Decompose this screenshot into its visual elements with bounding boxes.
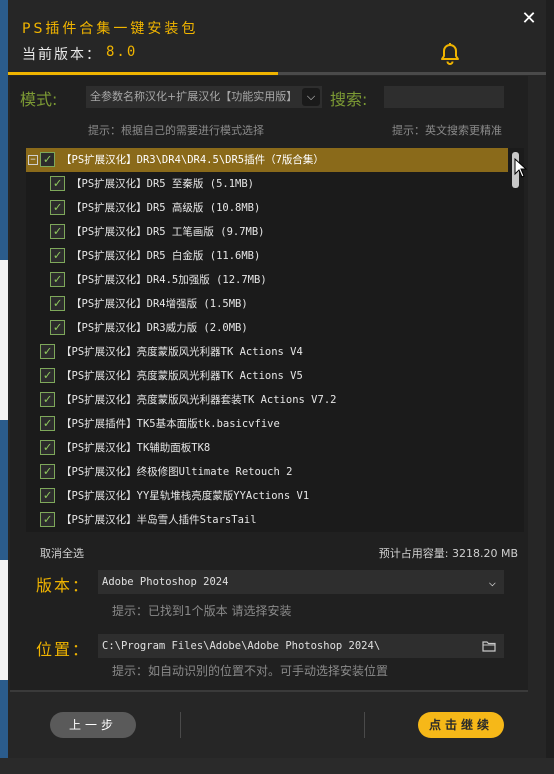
search-hint: 提示：英文搜索更精准	[392, 124, 502, 137]
checkbox-checked-icon[interactable]: ✓	[50, 224, 65, 239]
ps-version-hint: 提示：已找到1个版本 请选择安装	[112, 604, 292, 618]
checkbox-checked-icon[interactable]: ✓	[40, 512, 55, 527]
ps-version-label: 版本：	[36, 576, 91, 595]
plugin-tree-row[interactable]: ✓ 【PS扩展汉化】亮度蒙版风光利器TK Actions V4	[26, 340, 508, 364]
plugin-tree-row-label: 【PS扩展汉化】终极修图Ultimate Retouch 2	[61, 466, 293, 478]
plugin-tree-row-label: 【PS扩展汉化】DR3威力版 (2.0MB)	[71, 322, 248, 334]
plugin-tree-row[interactable]: ✓ 【PS扩展汉化】终极修图Ultimate Retouch 2	[26, 460, 508, 484]
version-value: 8.0	[106, 44, 138, 60]
close-icon[interactable]: ✕	[520, 10, 538, 28]
plugin-tree-row-label: 【PS扩展汉化】DR5 至秦版 (5.1MB)	[71, 178, 255, 190]
checkbox-checked-icon[interactable]: ✓	[50, 320, 65, 335]
plugin-tree-row-label: 【PS扩展汉化】DR5 白金版 (11.6MB)	[71, 250, 261, 262]
plugin-tree-row[interactable]: ✓ 【PS扩展汉化】DR5 高级版 (10.8MB)	[26, 196, 508, 220]
title-divider-accent	[8, 72, 278, 75]
search-input[interactable]	[384, 86, 504, 108]
checkbox-checked-icon[interactable]: ✓	[50, 272, 65, 287]
location-hint: 提示：如自动识别的位置不对。可手动选择安装位置	[112, 664, 389, 678]
bell-icon[interactable]	[438, 42, 462, 66]
plugin-tree-row[interactable]: ✓ 【PS扩展汉化】YY星轨堆栈亮度蒙版YYActions V1	[26, 484, 508, 508]
checkbox-checked-icon[interactable]: ✓	[40, 344, 55, 359]
ps-version-select[interactable]: Adobe Photoshop 2024 ⌵	[98, 570, 504, 594]
window-title: PS插件合集一键安装包	[22, 21, 199, 37]
plugin-tree-row[interactable]: ✓ 【PS扩展汉化】DR5 工笔画版 (9.7MB)	[26, 220, 508, 244]
plugin-tree-row-label: 【PS扩展汉化】DR5 工笔画版 (9.7MB)	[71, 226, 265, 238]
background-taskbar-strip	[0, 758, 554, 774]
title-divider	[8, 72, 546, 75]
footer-separator	[364, 712, 365, 738]
checkbox-checked-icon[interactable]: ✓	[40, 392, 55, 407]
plugin-tree-row[interactable]: ✓ 【PS扩展汉化】DR4增强版 (1.5MB)	[26, 292, 508, 316]
plugin-tree-row-label: 【PS扩展汉化】YY星轨堆栈亮度蒙版YYActions V1	[61, 490, 310, 502]
previous-step-button[interactable]: 上一步	[50, 712, 136, 738]
plugin-tree-row-label: 【PS扩展汉化】亮度蒙版风光利器TK Actions V5	[61, 370, 303, 382]
plugin-tree-row-label: 【PS扩展插件】TK5基本面版tk.basicvfive	[61, 418, 280, 430]
plugin-tree-row[interactable]: ✓ 【PS扩展汉化】DR4.5加强版 (12.7MB)	[26, 268, 508, 292]
checkbox-checked-icon[interactable]: ✓	[50, 248, 65, 263]
plugin-tree-row[interactable]: ✓ 【PS扩展汉化】DR5 白金版 (11.6MB)	[26, 244, 508, 268]
plugin-tree-row-label: 【PS扩展汉化】半岛雪人插件StarsTail	[61, 514, 257, 526]
plugin-tree-row-label: 【PS扩展汉化】TK辅助面板TK8	[61, 442, 211, 454]
chevron-down-icon[interactable]: ⌵	[489, 570, 496, 594]
plugin-tree-row-label: 【PS扩展汉化】DR3\DR4\DR4.5\DR5插件（7版合集）	[61, 154, 324, 166]
checkbox-checked-icon[interactable]: ✓	[40, 368, 55, 383]
search-label: 搜索:	[330, 90, 368, 109]
mode-select[interactable]: 全参数名称汉化+扩展汉化【功能实用版】 ⌵	[86, 86, 322, 108]
plugin-tree-row[interactable]: ✓ 【PS扩展汉化】半岛雪人插件StarsTail	[26, 508, 508, 532]
checkbox-checked-icon[interactable]: ✓	[50, 296, 65, 311]
ps-version-value: Adobe Photoshop 2024	[102, 576, 229, 588]
plugin-tree-row-label: 【PS扩展汉化】DR5 高级版 (10.8MB)	[71, 202, 261, 214]
mode-hint: 提示：根据自己的需要进行模式选择	[88, 124, 264, 137]
checkbox-checked-icon[interactable]: ✓	[40, 152, 55, 167]
collapse-minus-icon[interactable]: −	[28, 155, 38, 165]
plugin-tree-list[interactable]: − ✓ 【PS扩展汉化】DR3\DR4\DR4.5\DR5插件（7版合集） ✓ 【PS扩…	[26, 148, 508, 532]
list-scrollbar[interactable]	[508, 148, 524, 532]
checkbox-checked-icon[interactable]: ✓	[40, 440, 55, 455]
chevron-down-icon[interactable]: ⌵	[302, 88, 320, 106]
checkbox-checked-icon[interactable]: ✓	[40, 464, 55, 479]
disk-usage-text: 预计占用容量: 3218.20 MB	[378, 547, 518, 560]
plugin-tree-row-label: 【PS扩展汉化】亮度蒙版风光利器套装TK Actions V7.2	[61, 394, 337, 406]
location-input[interactable]: C:\Program Files\Adobe\Adobe Photoshop 2…	[98, 634, 504, 658]
plugin-tree-row[interactable]: − ✓ 【PS扩展汉化】DR3\DR4\DR4.5\DR5插件（7版合集）	[26, 148, 508, 172]
deselect-all-button[interactable]: 取消全选	[40, 545, 84, 561]
folder-icon[interactable]	[482, 640, 496, 652]
checkbox-checked-icon[interactable]: ✓	[40, 488, 55, 503]
plugin-tree-row-label: 【PS扩展汉化】亮度蒙版风光利器TK Actions V4	[61, 346, 303, 358]
continue-button[interactable]: 点击继续	[418, 712, 504, 738]
version-label: 当前版本：	[22, 47, 102, 63]
plugin-tree-row[interactable]: ✓ 【PS扩展汉化】TK辅助面板TK8	[26, 436, 508, 460]
plugin-tree-row[interactable]: ✓ 【PS扩展插件】TK5基本面版tk.basicvfive	[26, 412, 508, 436]
mouse-cursor-icon	[514, 158, 528, 178]
checkbox-checked-icon[interactable]: ✓	[50, 200, 65, 215]
checkbox-checked-icon[interactable]: ✓	[40, 416, 55, 431]
plugin-tree-row-label: 【PS扩展汉化】DR4增强版 (1.5MB)	[71, 298, 248, 310]
plugin-tree-row-label: 【PS扩展汉化】DR4.5加强版 (12.7MB)	[71, 274, 267, 286]
plugin-tree-row[interactable]: ✓ 【PS扩展汉化】亮度蒙版风光利器TK Actions V5	[26, 364, 508, 388]
mode-label: 模式:	[20, 90, 58, 109]
location-value: C:\Program Files\Adobe\Adobe Photoshop 2…	[102, 640, 381, 652]
plugin-tree-row[interactable]: ✓ 【PS扩展汉化】DR5 至秦版 (5.1MB)	[26, 172, 508, 196]
footer-divider	[10, 690, 528, 692]
plugin-tree-row[interactable]: ✓ 【PS扩展汉化】DR3威力版 (2.0MB)	[26, 316, 508, 340]
checkbox-checked-icon[interactable]: ✓	[50, 176, 65, 191]
mode-select-value: 全参数名称汉化+扩展汉化【功能实用版】	[90, 90, 295, 103]
footer-separator	[180, 712, 181, 738]
plugin-tree-row[interactable]: ✓ 【PS扩展汉化】亮度蒙版风光利器套装TK Actions V7.2	[26, 388, 508, 412]
location-label: 位置：	[36, 640, 91, 659]
